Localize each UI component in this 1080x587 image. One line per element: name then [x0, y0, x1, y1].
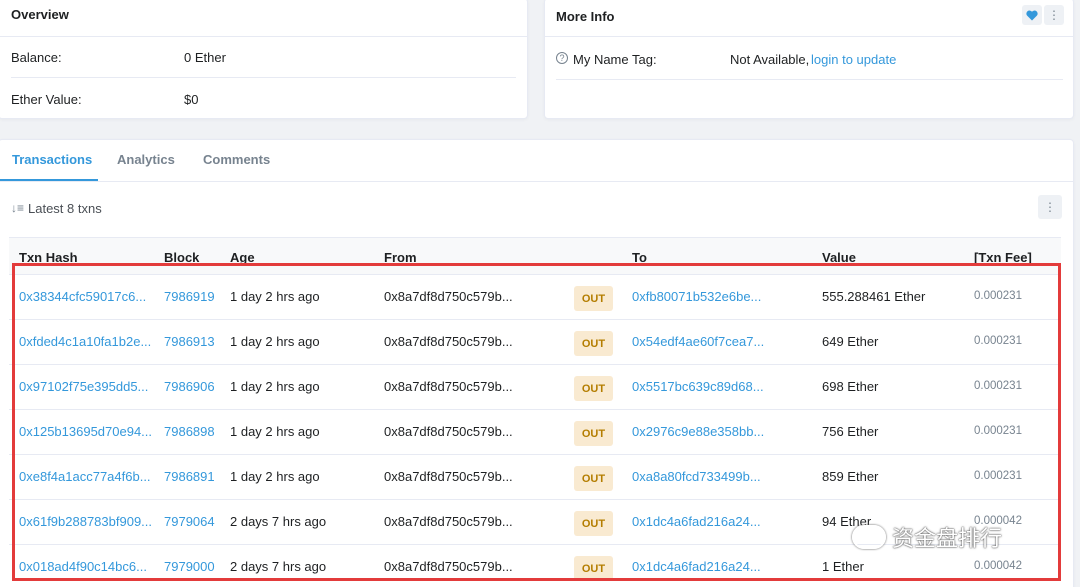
tab-analytics[interactable]: Analytics: [117, 152, 175, 167]
from-address: 0x8a7df8d750c579b...: [384, 424, 513, 439]
txn-value: 859 Ether: [822, 469, 879, 484]
direction-badge: OUT: [574, 466, 613, 491]
direction-badge: OUT: [574, 376, 613, 401]
to-address-link[interactable]: 0x1dc4a6fad216a24...: [632, 514, 761, 529]
col-age: Age: [230, 250, 255, 265]
table-row: 0xfded4c1a10fa1b2e... 7986913 1 day 2 hrs …: [9, 320, 1061, 365]
question-circle-icon: ?: [556, 52, 568, 64]
to-address-link[interactable]: 0x54edf4ae60f7cea7...: [632, 334, 764, 349]
txn-age: 1 day 2 hrs ago: [230, 334, 320, 349]
from-address: 0x8a7df8d750c579b...: [384, 559, 513, 574]
watermark: 资金盘排行: [852, 521, 1002, 553]
from-address: 0x8a7df8d750c579b...: [384, 514, 513, 529]
txn-age: 2 days 7 hrs ago: [230, 514, 327, 529]
txn-fee: 0.000231: [974, 290, 1022, 302]
tab-bar: Transactions Analytics Comments: [0, 140, 1073, 182]
direction-badge: OUT: [574, 286, 613, 311]
more-info-card: More Info ⋮ ? My Name Tag: Not Available…: [544, 0, 1074, 119]
direction-badge: OUT: [574, 331, 613, 356]
txn-value: 756 Ether: [822, 424, 879, 439]
txn-hash-link[interactable]: 0xfded4c1a10fa1b2e...: [19, 334, 151, 349]
to-address-link[interactable]: 0x5517bc639c89d68...: [632, 379, 764, 394]
from-address: 0x8a7df8d750c579b...: [384, 334, 513, 349]
txn-value: 555.288461 Ether: [822, 289, 926, 304]
to-address-link[interactable]: 0x1dc4a6fad216a24...: [632, 559, 761, 574]
balance-value: 0 Ether: [184, 50, 226, 65]
table-row: 0x38344cfc59017c6... 7986919 1 day 2 hrs a…: [9, 275, 1061, 320]
block-link[interactable]: 7986906: [164, 379, 215, 394]
more-info-title: More Info: [556, 9, 615, 24]
block-link[interactable]: 7986898: [164, 424, 215, 439]
watermark-text: 资金盘排行: [892, 526, 1003, 551]
wechat-icon: [852, 525, 886, 549]
direction-badge: OUT: [574, 421, 613, 446]
ether-value: $0: [184, 92, 199, 107]
from-address: 0x8a7df8d750c579b...: [384, 289, 513, 304]
overview-title: Overview: [11, 7, 69, 22]
txn-summary: Latest 8 txns: [28, 201, 102, 216]
block-link[interactable]: 7979064: [164, 514, 215, 529]
more-vertical-icon[interactable]: ⋮: [1044, 5, 1064, 25]
login-link[interactable]: login to update: [811, 52, 896, 67]
from-address: 0x8a7df8d750c579b...: [384, 379, 513, 394]
ether-value-label: Ether Value:: [11, 92, 82, 107]
sort-icon: ↓≡: [11, 201, 25, 215]
to-address-link[interactable]: 0xa8a80fcd733499b...: [632, 469, 761, 484]
from-address: 0x8a7df8d750c579b...: [384, 469, 513, 484]
txn-age: 2 days 7 hrs ago: [230, 559, 327, 574]
balance-label: Balance:: [11, 50, 62, 65]
txn-age: 1 day 2 hrs ago: [230, 289, 320, 304]
txn-hash-link[interactable]: 0x61f9b288783bf909...: [19, 514, 152, 529]
col-value: Value: [822, 250, 856, 265]
overview-card: Overview Balance: 0 Ether Ether Value: $…: [0, 0, 528, 119]
txn-hash-link[interactable]: 0x97102f75e395dd5...: [19, 379, 148, 394]
txn-fee: 0.000231: [974, 470, 1022, 482]
txn-hash-link[interactable]: 0x38344cfc59017c6...: [19, 289, 146, 304]
col-to: To: [632, 250, 647, 265]
to-address-link[interactable]: 0x2976c9e88e358bb...: [632, 424, 764, 439]
col-from: From: [384, 250, 417, 265]
col-txn-fee[interactable]: [Txn Fee]: [974, 250, 1032, 265]
txn-age: 1 day 2 hrs ago: [230, 379, 320, 394]
tab-comments[interactable]: Comments: [203, 152, 270, 167]
direction-badge: OUT: [574, 556, 613, 581]
block-link[interactable]: 7979000: [164, 559, 215, 574]
block-link[interactable]: 7986891: [164, 469, 215, 484]
col-block: Block: [164, 250, 200, 265]
active-tab-indicator: [0, 179, 98, 181]
table-row: 0xe8f4a1acc77a4f6b... 7986891 1 day 2 hrs …: [9, 455, 1061, 500]
txn-hash-link[interactable]: 0xe8f4a1acc77a4f6b...: [19, 469, 151, 484]
txn-hash-link[interactable]: 0x125b13695d70e94...: [19, 424, 152, 439]
block-link[interactable]: 7986913: [164, 334, 215, 349]
block-link[interactable]: 7986919: [164, 289, 215, 304]
direction-badge: OUT: [574, 511, 613, 536]
txn-fee: 0.000231: [974, 425, 1022, 437]
txn-fee: 0.000042: [974, 560, 1022, 572]
txn-value: 1 Ether: [822, 559, 864, 574]
name-tag-value: Not Available,: [730, 52, 810, 67]
txn-age: 1 day 2 hrs ago: [230, 469, 320, 484]
txn-hash-link[interactable]: 0x018ad4f90c14bc6...: [19, 559, 147, 574]
txn-fee: 0.000231: [974, 335, 1022, 347]
txn-fee: 0.000231: [974, 380, 1022, 392]
table-header: Txn Hash Block Age From To Value [Txn Fe…: [9, 237, 1061, 275]
col-txn-hash: Txn Hash: [19, 250, 78, 265]
to-address-link[interactable]: 0xfb80071b532e6be...: [632, 289, 761, 304]
txn-age: 1 day 2 hrs ago: [230, 424, 320, 439]
tab-transactions[interactable]: Transactions: [12, 152, 92, 167]
more-vertical-icon[interactable]: ⋮: [1038, 195, 1062, 219]
name-tag-label: My Name Tag:: [573, 52, 657, 67]
heart-icon[interactable]: [1022, 5, 1042, 25]
txn-value: 698 Ether: [822, 379, 879, 394]
transactions-card: Transactions Analytics Comments ↓≡ Lates…: [0, 139, 1074, 587]
table-row: 0x97102f75e395dd5... 7986906 1 day 2 hrs a…: [9, 365, 1061, 410]
txn-value: 649 Ether: [822, 334, 879, 349]
table-row: 0x125b13695d70e94... 7986898 1 day 2 hrs a…: [9, 410, 1061, 455]
